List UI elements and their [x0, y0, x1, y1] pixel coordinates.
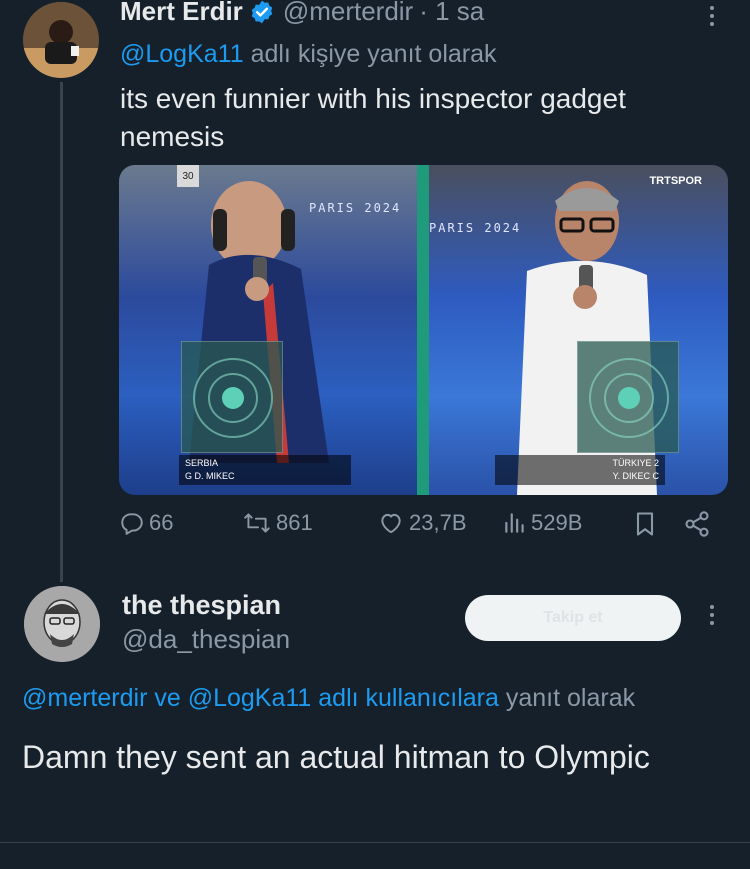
reply-mention-link[interactable]: @LogKa11: [120, 40, 244, 68]
media-right-panel: PARIS 2024 TRTSPOR TÜRKIYE 2 Y. DIKEC C: [429, 165, 728, 495]
bookmark-button[interactable]: [633, 510, 657, 538]
like-count: 23,7B: [409, 510, 467, 535]
athlete-country-right: TÜRKIYE 2: [612, 458, 659, 468]
athlete-name-right: Y. DIKEC C: [612, 471, 659, 481]
reply-context: @merterdir ve @LogKa11 adlı kullanıcılar…: [22, 684, 635, 713]
like-button[interactable]: 23,7B: [377, 510, 467, 536]
athlete-name-left: G D. MIKEC: [185, 471, 235, 481]
share-icon: [685, 511, 709, 537]
reply-context-suffix: adlı kişiye yanıt olarak: [243, 40, 497, 68]
repost-icon: [244, 513, 270, 533]
reply-count: 66: [149, 510, 174, 535]
reply-button[interactable]: 66: [119, 510, 173, 536]
media-left-panel: 30 PARIS 2024 SERBIA G D. MIKEC: [119, 165, 417, 495]
heart-icon: [381, 513, 401, 534]
bookmark-icon: [636, 512, 654, 536]
avatar-photo: [23, 2, 99, 78]
view-count: 529B: [531, 510, 583, 535]
author-display-name[interactable]: the thespian: [122, 590, 281, 621]
author-handle[interactable]: @da_thespian: [122, 624, 290, 655]
repost-count: 861: [276, 510, 313, 535]
author-display-name[interactable]: Mert Erdir: [120, 0, 243, 27]
thread-connector-line: [60, 82, 63, 582]
reply-icon: [121, 513, 143, 535]
author-handle[interactable]: @merterdir: [283, 0, 413, 27]
more-options-icon[interactable]: [705, 6, 719, 26]
tweet-text: its even funnier with his inspector gadg…: [120, 83, 626, 152]
reply-context-suffix: yanıt olarak: [498, 684, 636, 712]
repost-button[interactable]: 861: [242, 510, 313, 536]
media-divider: [417, 165, 429, 495]
reply-mention-link[interactable]: @LogKa11: [188, 684, 312, 712]
tweet-media-image[interactable]: 30 PARIS 2024 SERBIA G D. MIKEC PARIS 20…: [119, 165, 728, 495]
tweet-actions-bar: 66 861 23,7B 529B: [119, 510, 719, 550]
tweet-author-row: Mert Erdir @merterdir · 1 sa: [120, 0, 484, 27]
reply-connector: ve: [147, 684, 188, 712]
athlete-label-left: SERBIA G D. MIKEC: [179, 455, 351, 485]
reply-users-link[interactable]: adlı kullanıcılara: [311, 684, 499, 712]
target-overlay-right: [577, 341, 679, 453]
verified-badge-icon: [249, 0, 275, 25]
avatar-photo: [24, 586, 100, 662]
more-options-icon[interactable]: [705, 605, 719, 625]
views-chart-icon: [505, 513, 524, 533]
avatar[interactable]: [24, 586, 100, 662]
views-button[interactable]: 529B: [503, 510, 582, 536]
reply-context: @LogKa11 adlı kişiye yanıt olarak: [120, 40, 497, 69]
athlete-label-right: TÜRKIYE 2 Y. DIKEC C: [495, 455, 665, 485]
tweet-timestamp[interactable]: · 1 sa: [419, 0, 484, 27]
avatar[interactable]: [23, 2, 99, 78]
tweet-text: Damn they sent an actual hitman to Olymp…: [22, 739, 650, 775]
athlete-country-left: SERBIA: [185, 458, 219, 468]
target-overlay-left: [181, 341, 283, 453]
reply-mention-link[interactable]: @merterdir: [22, 684, 147, 712]
share-button[interactable]: [683, 510, 711, 538]
follow-button[interactable]: Takip et: [465, 595, 681, 641]
tweet-separator: [0, 842, 750, 843]
